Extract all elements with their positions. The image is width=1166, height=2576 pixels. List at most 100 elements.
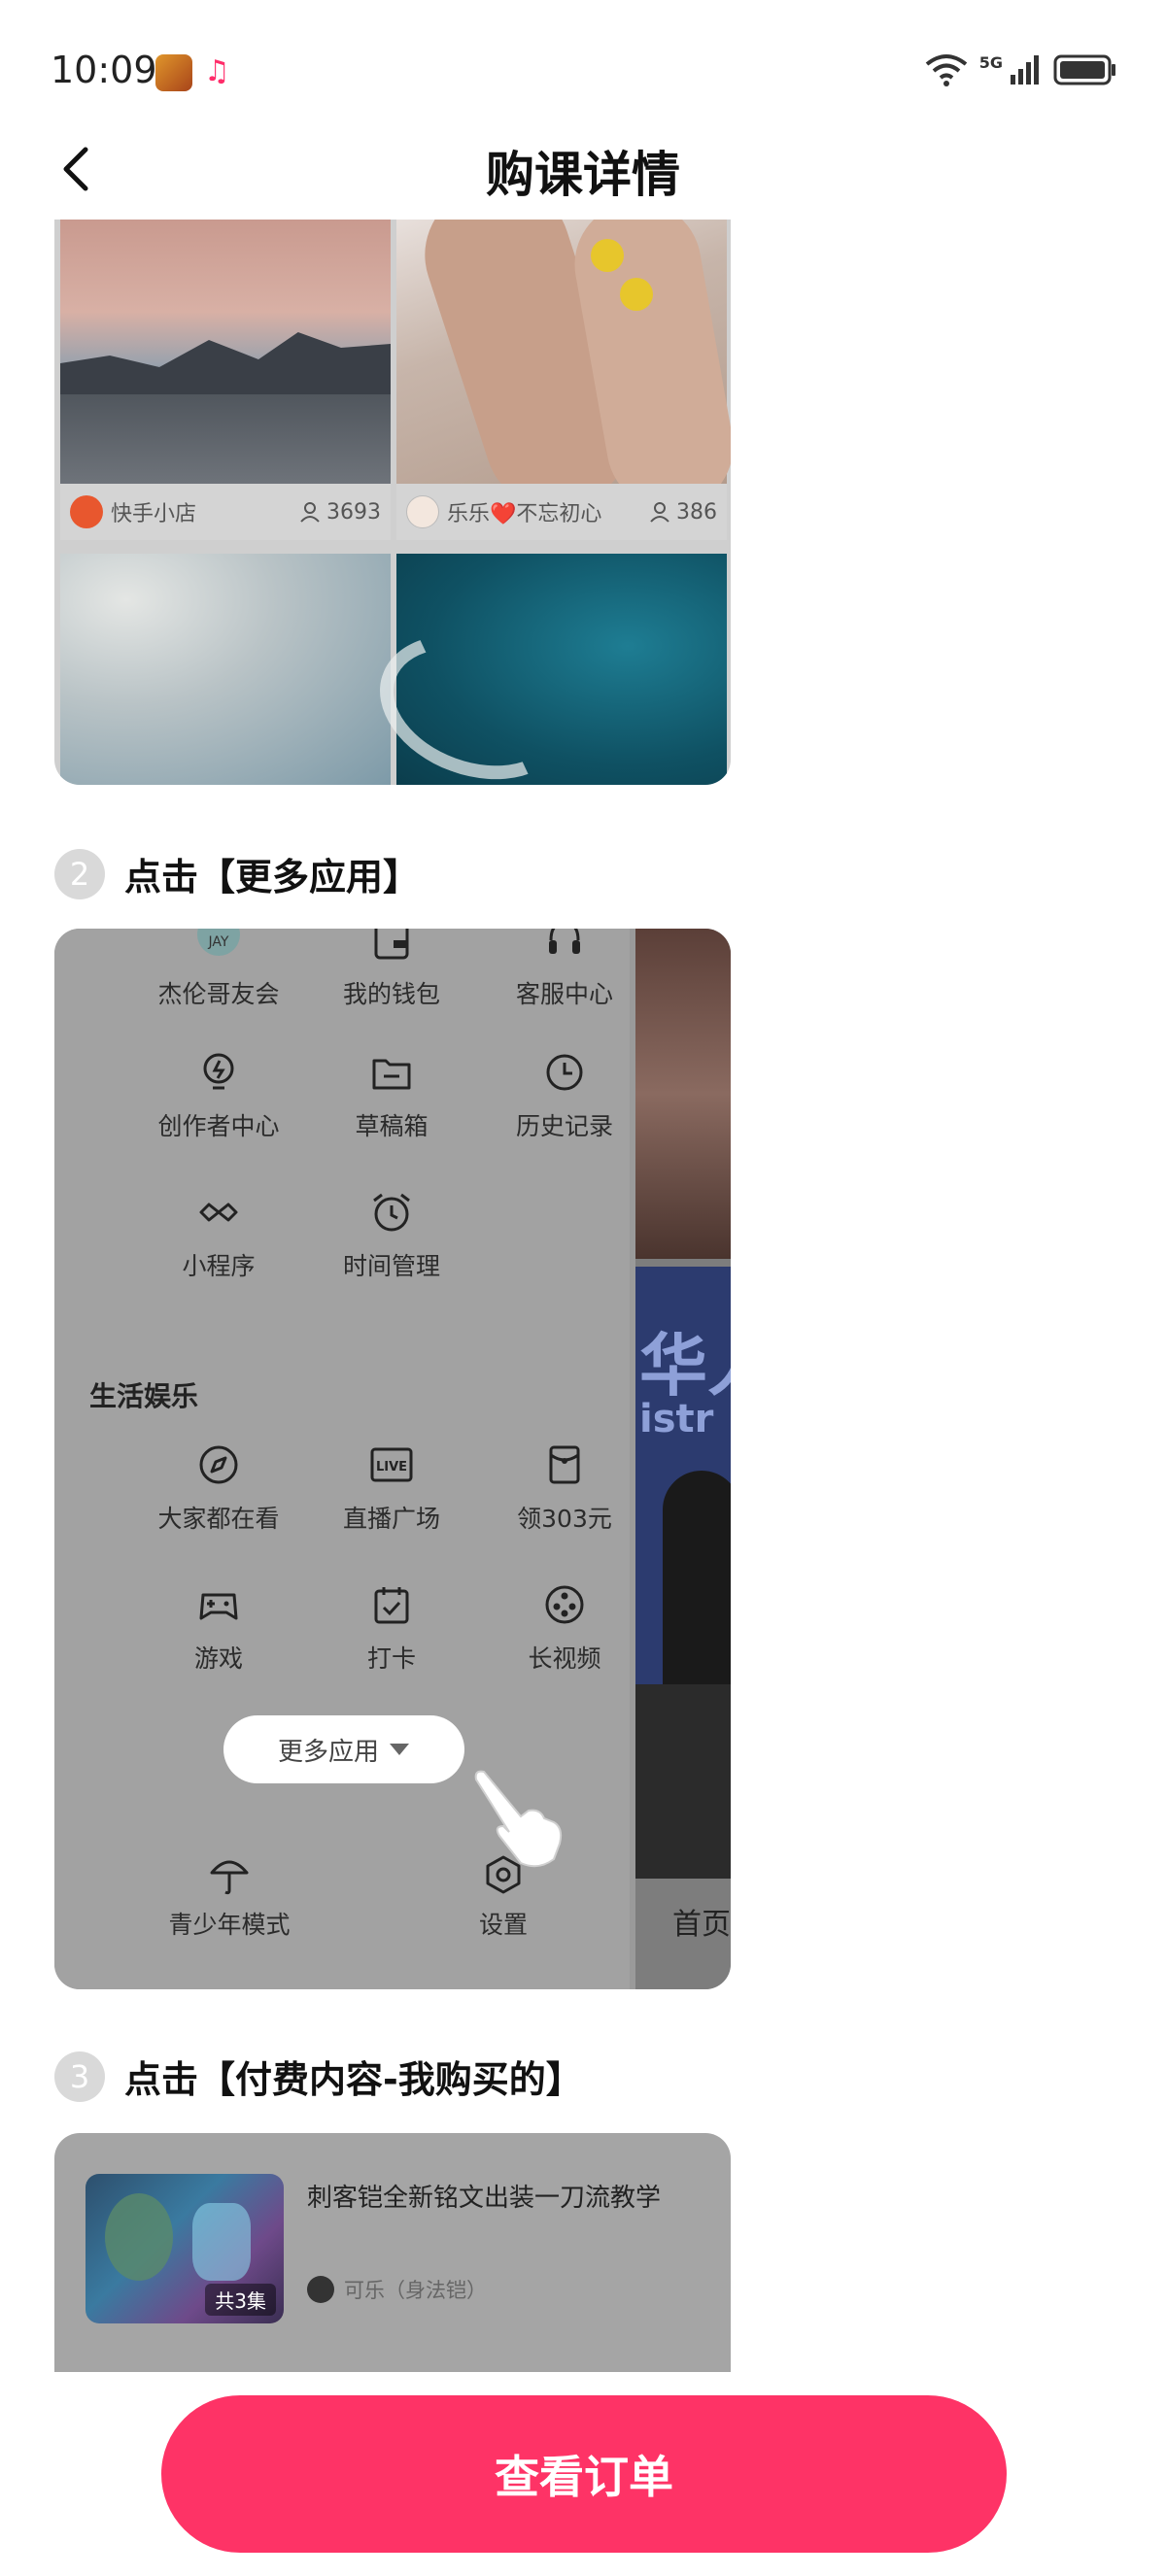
author-name: 乐乐❤️不忘初心 — [447, 502, 602, 526]
life-label: 游戏 — [193, 1644, 243, 1673]
tool-label: 杰伦哥友会 — [157, 980, 280, 1008]
video-thumbnail-ocean — [360, 554, 727, 785]
section-label-life: 生活娱乐 — [89, 1380, 199, 1412]
gamepad-icon — [199, 1593, 238, 1620]
svg-text:LIVE: LIVE — [376, 1460, 407, 1474]
settings-item[interactable]: 设置 — [426, 1853, 581, 1941]
feed-text: 华人 — [639, 1326, 731, 1406]
tool-item[interactable]: JAY 杰伦哥友会 — [136, 929, 301, 1010]
customer-service-icon — [549, 929, 580, 954]
calendar-check-icon — [374, 1587, 409, 1624]
tool-item[interactable]: 草稿箱 — [309, 1049, 474, 1142]
status-indicators: 5G — [925, 52, 1117, 87]
tool-item[interactable]: 客服中心 — [482, 929, 647, 1010]
tool-label: 小程序 — [182, 1252, 256, 1280]
video-meta: 快手小店 3693 — [60, 484, 391, 540]
alarm-clock-icon — [373, 1193, 410, 1232]
background-feed: 华人 istr 首页 — [635, 929, 731, 1989]
feed-thumbnail — [635, 929, 731, 1259]
avatar — [406, 495, 439, 528]
author-name: 可乐（身法铠） — [344, 2279, 487, 2302]
more-apps-label: 更多应用 — [277, 1737, 379, 1767]
svg-text:JAY: JAY — [208, 934, 229, 950]
life-item[interactable]: 打卡 — [309, 1581, 474, 1675]
history-clock-icon — [546, 1054, 583, 1091]
tool-label: 时间管理 — [342, 1252, 440, 1280]
step-title: 点击【付费内容-我购买的】 — [124, 2058, 583, 2101]
game-app-icon — [155, 54, 192, 91]
life-label: 领303元 — [517, 1505, 612, 1533]
step-number: 3 — [54, 2051, 105, 2102]
home-tab: 首页 — [672, 1908, 731, 1942]
author-avatar — [307, 2276, 334, 2303]
side-drawer: JAY 杰伦哥友会 我的钱包 客服中心 创作者中心 草稿箱 历史记录 小程序 时… — [54, 929, 630, 1989]
user-icon — [650, 502, 669, 523]
tool-label: 客服中心 — [515, 980, 613, 1008]
compass-icon — [199, 1445, 238, 1484]
caret-down-icon — [390, 1744, 409, 1755]
step-number: 2 — [54, 848, 105, 899]
life-label: 大家都在看 — [157, 1505, 280, 1533]
life-item[interactable]: 游戏 — [136, 1581, 301, 1675]
view-count: 3693 — [299, 500, 381, 525]
teen-mode-label: 青少年模式 — [168, 1911, 291, 1939]
step3-screenshot: 共3集 刺客铠全新铭文出装一刀流教学 可乐（身法铠） — [54, 2133, 731, 2372]
view-count-value: 386 — [676, 499, 717, 525]
music-app-icon: ♫ — [204, 54, 230, 88]
author-name: 快手小店 — [111, 502, 197, 526]
tool-label: 历史记录 — [515, 1112, 613, 1140]
view-order-button[interactable]: 查看订单 — [161, 2395, 1007, 2553]
page-title: 购课详情 — [486, 147, 680, 203]
settings-hexagon-icon — [486, 1855, 521, 1894]
course-thumbnail: 共3集 — [86, 2174, 284, 2323]
jay-fan-club-icon: JAY — [197, 929, 240, 956]
header: 购课详情 — [0, 126, 1166, 220]
step2-heading: 2 点击【更多应用】 — [54, 847, 420, 900]
tool-item[interactable]: 时间管理 — [309, 1189, 474, 1282]
umbrella-icon — [210, 1860, 249, 1895]
signal-icon — [1011, 55, 1039, 85]
life-label: 长视频 — [528, 1644, 601, 1673]
film-reel-icon — [545, 1585, 584, 1624]
step-title: 点击【更多应用】 — [124, 856, 421, 898]
tool-item[interactable]: 创作者中心 — [136, 1049, 301, 1142]
view-count-value: 3693 — [326, 499, 381, 525]
episode-count-badge: 共3集 — [205, 2284, 276, 2316]
more-apps-button[interactable]: 更多应用 — [223, 1715, 464, 1783]
live-icon: LIVE — [370, 1447, 413, 1482]
folder-icon — [372, 1059, 411, 1090]
feed-text: istr — [639, 1397, 714, 1441]
feed-thumbnail — [635, 1684, 731, 1879]
video-thumbnail-clouds — [60, 554, 391, 785]
life-item[interactable]: 领303元 — [482, 1441, 647, 1535]
video-thumbnail-mountain — [60, 220, 391, 484]
feed-thumbnail: 华人 istr — [635, 1267, 731, 1684]
user-icon — [300, 502, 320, 523]
step2-screenshot: JAY 杰伦哥友会 我的钱包 客服中心 创作者中心 草稿箱 历史记录 小程序 时… — [54, 929, 731, 1989]
tool-item[interactable]: 我的钱包 — [309, 929, 474, 1010]
tool-label: 创作者中心 — [157, 1112, 280, 1140]
settings-label: 设置 — [478, 1911, 528, 1939]
red-packet-icon — [549, 1445, 580, 1484]
status-bar: 10:09 ♫ 5G — [0, 0, 1166, 126]
course-author: 可乐（身法铠） — [307, 2275, 487, 2304]
video-meta: 乐乐❤️不忘初心 386 — [396, 484, 727, 540]
tool-item[interactable]: 历史记录 — [482, 1049, 647, 1142]
life-item[interactable]: 长视频 — [482, 1581, 647, 1675]
tool-label: 我的钱包 — [342, 980, 440, 1008]
view-count: 386 — [649, 500, 717, 525]
wifi-icon — [925, 54, 967, 86]
course-title: 刺客铠全新铭文出装一刀流教学 — [307, 2184, 662, 2213]
step1-screenshot: 快手小店 3693 乐乐❤️不忘初心 386 — [54, 220, 731, 785]
shop-avatar-icon — [70, 495, 103, 528]
network-type: 5G — [978, 52, 1003, 72]
video-thumbnail-legs — [396, 220, 731, 525]
life-item[interactable]: 大家都在看 — [136, 1441, 301, 1535]
tool-item[interactable]: 小程序 — [136, 1189, 301, 1282]
step3-heading: 3 点击【付费内容-我购买的】 — [54, 2050, 583, 2103]
tool-label: 草稿箱 — [355, 1112, 429, 1140]
wallet-icon — [374, 929, 409, 960]
life-item[interactable]: LIVE 直播广场 — [309, 1441, 474, 1535]
lightbulb-icon — [203, 1053, 234, 1090]
teen-mode-item[interactable]: 青少年模式 — [132, 1853, 326, 1941]
